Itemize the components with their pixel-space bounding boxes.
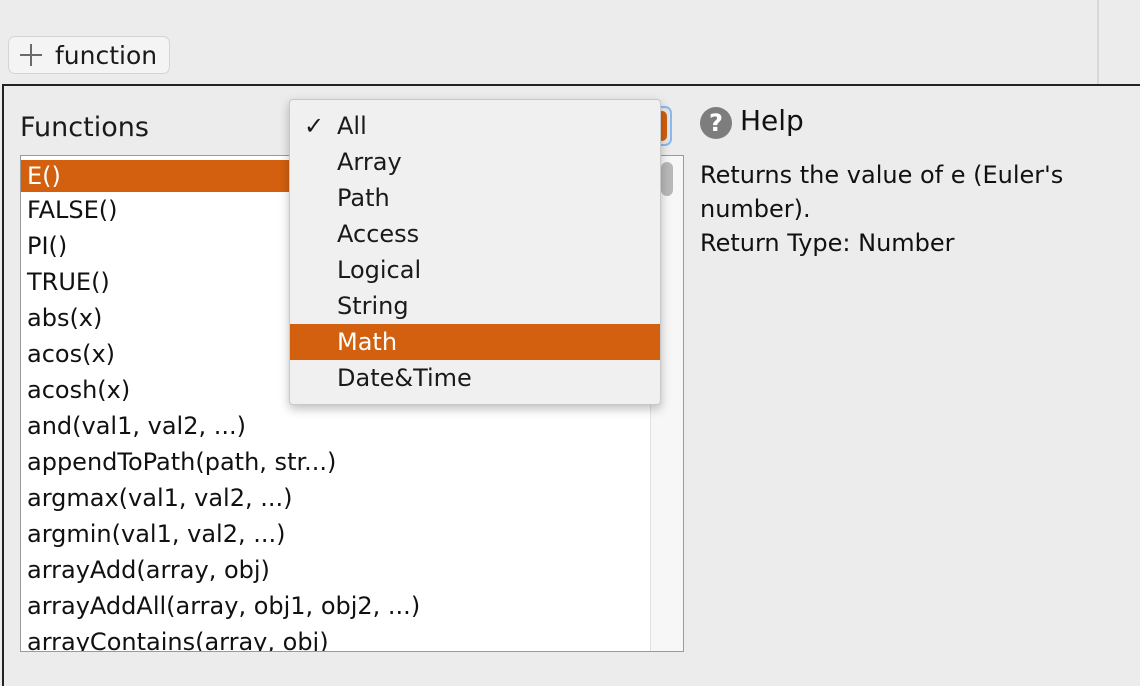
menu-item-label: Logical (337, 256, 422, 284)
function-list-item[interactable]: arrayContains(array, obj) (21, 624, 683, 651)
toolbar-divider (1097, 0, 1099, 84)
menu-item-label: Path (337, 184, 390, 212)
help-return-type: Return Type: Number (700, 229, 955, 257)
list-scroll-thumb[interactable] (661, 162, 673, 196)
function-list-item[interactable]: argmax(val1, val2, ...) (21, 480, 683, 516)
menu-item-access[interactable]: Access (290, 216, 660, 252)
toolbar: function (0, 0, 1140, 84)
plus-icon (19, 43, 43, 67)
functions-title: Functions (20, 112, 149, 143)
help-description-line: Returns the value of e (Euler's (700, 161, 1064, 189)
function-list-item[interactable]: arrayAddAll(array, obj1, obj2, ...) (21, 588, 683, 624)
menu-item-string[interactable]: String (290, 288, 660, 324)
add-function-label: function (55, 40, 158, 70)
function-list-item[interactable]: appendToPath(path, str...) (21, 444, 683, 480)
function-list-item[interactable]: argmin(val1, val2, ...) (21, 516, 683, 552)
category-dropdown-menu: ✓ All Array Path Access Logical String M… (289, 99, 661, 405)
menu-item-label: Math (337, 328, 398, 356)
function-list-item[interactable]: and(val1, val2, ...) (21, 408, 683, 444)
function-list-item[interactable]: arrayAdd(array, obj) (21, 552, 683, 588)
menu-item-label: Date&Time (337, 364, 472, 392)
menu-item-label: Access (337, 220, 420, 248)
menu-item-date-time[interactable]: Date&Time (290, 360, 660, 396)
menu-item-math[interactable]: Math (290, 324, 660, 360)
menu-item-label: String (337, 292, 409, 320)
menu-item-all[interactable]: ✓ All (290, 108, 660, 144)
menu-item-array[interactable]: Array (290, 144, 660, 180)
help-icon: ? (700, 107, 732, 139)
help-title: Help (740, 104, 804, 137)
menu-item-label: Array (337, 148, 402, 176)
menu-item-label: All (337, 112, 367, 140)
menu-item-path[interactable]: Path (290, 180, 660, 216)
help-description-line: number). (700, 195, 811, 223)
help-description: Returns the value of e (Euler's number).… (700, 158, 1120, 260)
checkmark-icon: ✓ (304, 112, 325, 140)
menu-item-logical[interactable]: Logical (290, 252, 660, 288)
add-function-button[interactable]: function (8, 36, 170, 74)
